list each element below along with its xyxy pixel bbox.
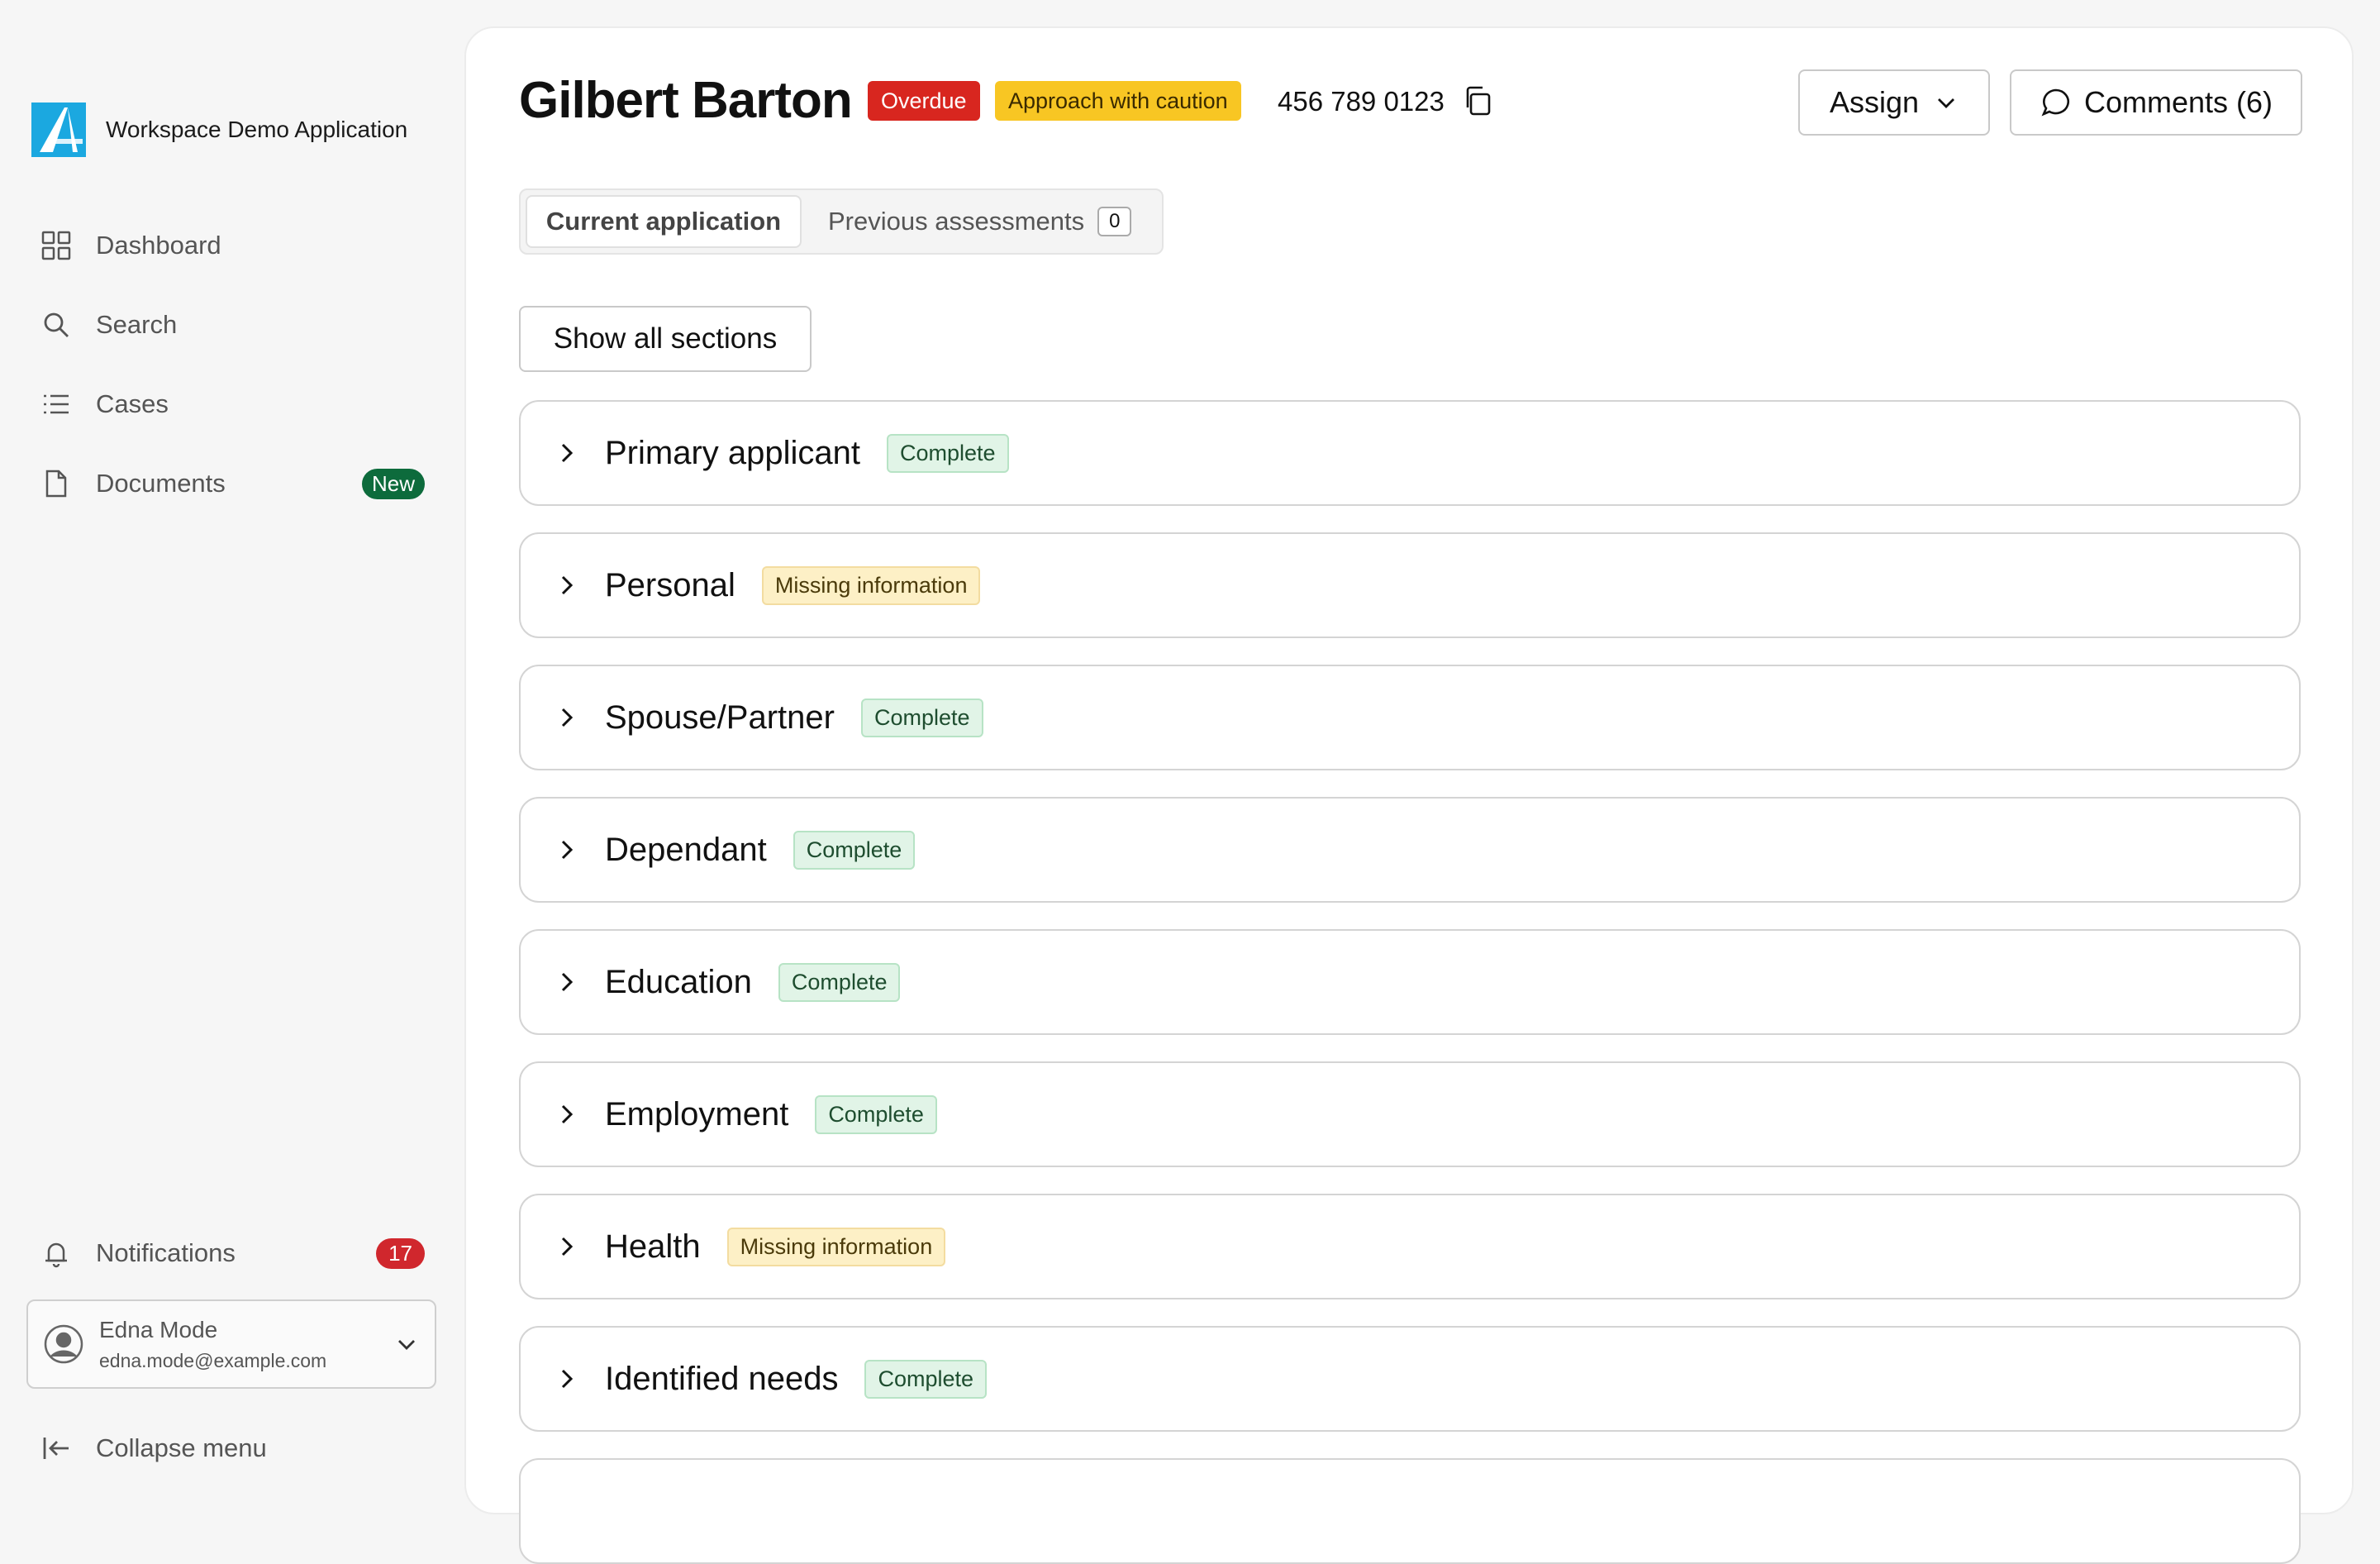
- section-title: Health: [605, 1228, 701, 1265]
- tab-count-badge: 0: [1097, 207, 1132, 236]
- show-all-sections-button[interactable]: Show all sections: [519, 306, 812, 372]
- status-badge: Complete: [815, 1094, 937, 1134]
- chevron-right-icon: [561, 1237, 574, 1256]
- status-badge: Missing information: [761, 565, 981, 605]
- assign-button[interactable]: Assign: [1798, 69, 1990, 136]
- sidebar-item-label: Documents: [96, 469, 226, 498]
- comment-bubble-icon: [2041, 88, 2069, 117]
- sidebar-item-label: Cases: [96, 389, 169, 418]
- section-partial[interactable]: [519, 1458, 2301, 1564]
- bell-icon: [40, 1237, 73, 1270]
- section-health[interactable]: Health Missing information: [519, 1194, 2301, 1299]
- status-badge: Complete: [860, 698, 983, 737]
- app-logo-icon: [31, 103, 86, 157]
- section-employment[interactable]: Employment Complete: [519, 1061, 2301, 1167]
- chevron-right-icon: [561, 1104, 574, 1124]
- tab-previous-assessments[interactable]: Previous assessments 0: [828, 195, 1132, 248]
- user-menu[interactable]: Edna Mode edna.mode@example.com: [26, 1299, 436, 1389]
- section-title: Spouse/Partner: [605, 699, 835, 736]
- assign-label: Assign: [1829, 85, 1920, 119]
- sidebar-item-cases[interactable]: Cases: [40, 374, 425, 434]
- tab-label: Current application: [545, 207, 782, 236]
- chevron-right-icon: [561, 840, 574, 860]
- phone-number: 456 789 0123: [1278, 86, 1445, 117]
- chevron-down-icon: [398, 1340, 415, 1350]
- brand[interactable]: Workspace Demo Application: [31, 103, 407, 157]
- tab-label: Previous assessments: [828, 207, 1085, 236]
- chevron-down-icon: [1938, 98, 1955, 108]
- dashboard-grid-icon: [40, 229, 73, 262]
- tab-current-application[interactable]: Current application: [526, 195, 802, 248]
- chevron-right-icon: [561, 1369, 574, 1389]
- document-icon: [40, 467, 73, 500]
- chevron-right-icon: [561, 972, 574, 992]
- section-title: Employment: [605, 1095, 789, 1132]
- section-title: Primary applicant: [605, 434, 861, 471]
- section-spouse-partner[interactable]: Spouse/Partner Complete: [519, 665, 2301, 770]
- search-icon: [40, 308, 73, 341]
- sidebar-item-label: Dashboard: [96, 231, 221, 260]
- section-dependant[interactable]: Dependant Complete: [519, 797, 2301, 903]
- status-badge: Complete: [887, 433, 1009, 473]
- section-personal[interactable]: Personal Missing information: [519, 532, 2301, 638]
- section-title: Identified needs: [605, 1360, 839, 1397]
- copy-icon[interactable]: [1461, 84, 1494, 117]
- app-name: Workspace Demo Application: [106, 117, 408, 142]
- tab-bar: Current application Previous assessments…: [519, 188, 1164, 255]
- section-title: Personal: [605, 566, 735, 603]
- chevron-right-icon: [561, 575, 574, 595]
- sidebar: Workspace Demo Application Dashboard Sea…: [0, 0, 463, 1488]
- caution-badge: Approach with caution: [995, 81, 1241, 121]
- sidebar-item-search[interactable]: Search: [40, 295, 425, 355]
- status-badge: Complete: [793, 830, 916, 870]
- sidebar-item-dashboard[interactable]: Dashboard: [40, 216, 425, 275]
- list-icon: [40, 388, 73, 421]
- comments-button[interactable]: Comments (6): [2010, 69, 2302, 136]
- new-badge: New: [361, 468, 425, 499]
- overdue-badge: Overdue: [868, 81, 980, 121]
- comments-label: Comments (6): [2083, 85, 2273, 119]
- section-title: Education: [605, 963, 752, 1000]
- sidebar-item-notifications[interactable]: Notifications 17: [40, 1223, 425, 1283]
- section-primary-applicant[interactable]: Primary applicant Complete: [519, 400, 2301, 506]
- chevron-right-icon: [561, 708, 574, 727]
- status-badge: Complete: [778, 962, 901, 1002]
- sidebar-item-label: Notifications: [96, 1238, 236, 1267]
- page-title: Gilbert Barton: [519, 72, 853, 129]
- sidebar-item-documents[interactable]: Documents New: [40, 454, 425, 513]
- avatar: [44, 1324, 83, 1364]
- status-badge: Complete: [864, 1359, 988, 1399]
- user-name: Edna Mode: [99, 1316, 218, 1342]
- user-email: edna.mode@example.com: [99, 1349, 327, 1371]
- chevron-right-icon: [561, 443, 574, 463]
- collapse-menu-label: Collapse menu: [96, 1433, 267, 1462]
- notification-count-badge: 17: [376, 1237, 425, 1269]
- section-title: Dependant: [605, 831, 767, 868]
- sidebar-item-label: Search: [96, 310, 178, 339]
- collapse-left-icon: [40, 1432, 73, 1465]
- status-badge: Missing information: [726, 1227, 946, 1266]
- section-identified-needs[interactable]: Identified needs Complete: [519, 1326, 2301, 1432]
- main-panel: Gilbert Barton Overdue Approach with cau…: [464, 26, 2354, 1564]
- collapse-menu-button[interactable]: Collapse menu: [40, 1419, 425, 1478]
- section-education[interactable]: Education Complete: [519, 929, 2301, 1035]
